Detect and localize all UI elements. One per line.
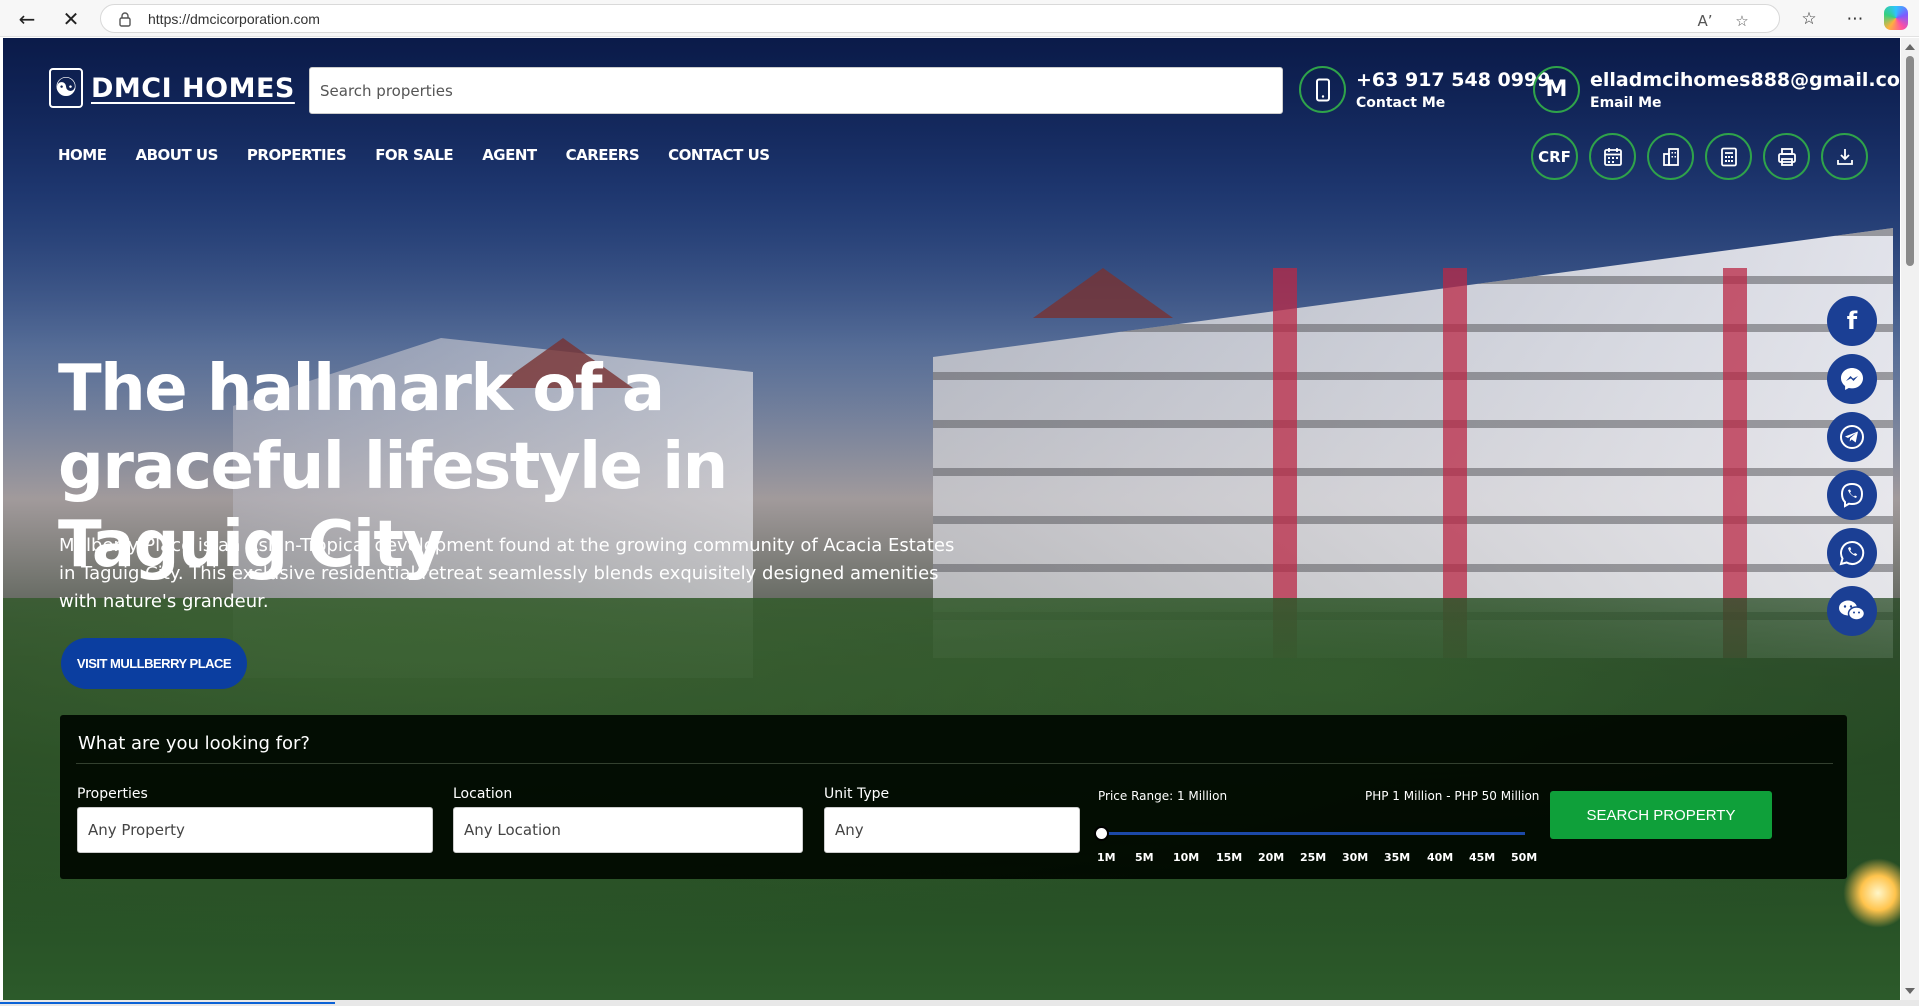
- social-links: f: [1827, 296, 1877, 644]
- download-icon[interactable]: [1821, 133, 1868, 180]
- copilot-icon[interactable]: [1884, 6, 1908, 30]
- location-label: Location: [453, 786, 513, 802]
- nav-about-us[interactable]: ABOUT US: [135, 146, 218, 164]
- price-ticks: 1M 5M 10M 15M 20M 25M 30M 35M 40M 45M 50…: [1097, 851, 1537, 867]
- lock-icon[interactable]: [117, 11, 133, 27]
- price-tick: 45M: [1469, 851, 1496, 864]
- viber-icon[interactable]: [1827, 470, 1877, 520]
- printer-icon[interactable]: [1763, 133, 1810, 180]
- loading-progress: [0, 1002, 335, 1004]
- logo-text: DMCI HOMES: [91, 72, 295, 104]
- search-property-button[interactable]: SEARCH PROPERTY: [1550, 791, 1772, 839]
- price-range-label: Price Range: 1 Million: [1098, 789, 1228, 803]
- property-search-panel: What are you looking for? Properties Any…: [60, 715, 1847, 879]
- dmci-logo-icon: ☯: [49, 68, 83, 108]
- email-contact[interactable]: M elladmcihomes888@gmail.com Email Me: [1533, 66, 1900, 113]
- building-icon[interactable]: [1647, 133, 1694, 180]
- email-caption: Email Me: [1590, 94, 1662, 111]
- address-bar[interactable]: https://dmcicorporation.com A’ ☆: [100, 4, 1780, 33]
- visit-mulberry-place-button[interactable]: VISIT MULLBERRY PLACE: [61, 638, 247, 689]
- scroll-down-arrow-icon[interactable]: [1905, 988, 1915, 994]
- main-nav: HOME ABOUT US PROPERTIES FOR SALE AGENT …: [58, 146, 799, 164]
- wechat-icon[interactable]: [1827, 586, 1877, 636]
- price-tick: 5M: [1135, 851, 1154, 864]
- price-tick: 25M: [1300, 851, 1327, 864]
- telegram-icon[interactable]: [1827, 412, 1877, 462]
- whatsapp-icon[interactable]: [1827, 528, 1877, 578]
- price-tick: 40M: [1427, 851, 1454, 864]
- mobile-phone-icon: [1299, 66, 1346, 113]
- favorite-star-icon[interactable]: ☆: [1732, 11, 1752, 31]
- unit-type-label: Unit Type: [824, 786, 890, 802]
- price-tick: 50M: [1511, 851, 1538, 864]
- url-text: https://dmcicorporation.com: [148, 11, 320, 27]
- scroll-up-arrow-icon[interactable]: [1905, 44, 1915, 50]
- crf-button[interactable]: CRF: [1531, 133, 1578, 180]
- price-tick: 1M: [1097, 851, 1116, 864]
- unit-type-select-value: Any: [835, 821, 864, 839]
- price-range-summary: PHP 1 Million - PHP 50 Million: [1365, 789, 1540, 803]
- webpage: ☯ DMCI HOMES +63 917 548 0999 Contact Me…: [3, 38, 1900, 1000]
- nav-properties[interactable]: PROPERTIES: [247, 146, 347, 164]
- price-tick: 35M: [1384, 851, 1411, 864]
- phone-contact[interactable]: +63 917 548 0999 Contact Me: [1299, 66, 1550, 113]
- email-address: elladmcihomes888@gmail.com: [1590, 68, 1900, 91]
- back-arrow-icon[interactable]: ←: [14, 6, 40, 32]
- nav-for-sale[interactable]: FOR SALE: [375, 146, 454, 164]
- browser-toolbar: ← ✕ https://dmcicorporation.com A’ ☆ ☆ ⋯: [0, 0, 1919, 37]
- scroll-thumb[interactable]: [1906, 56, 1914, 266]
- gmail-icon: M: [1533, 66, 1580, 113]
- phone-caption: Contact Me: [1356, 94, 1446, 111]
- price-tick: 20M: [1258, 851, 1285, 864]
- unit-type-select[interactable]: Any: [824, 807, 1080, 853]
- nav-agent[interactable]: AGENT: [482, 146, 537, 164]
- price-tick: 10M: [1173, 851, 1200, 864]
- panel-title: What are you looking for?: [78, 733, 310, 754]
- divider: [76, 763, 1833, 764]
- nav-home[interactable]: HOME: [58, 146, 107, 164]
- more-menu-icon[interactable]: ⋯: [1842, 6, 1868, 32]
- search-input[interactable]: [309, 67, 1283, 114]
- calendar-icon[interactable]: [1589, 133, 1636, 180]
- favorites-icon[interactable]: ☆: [1796, 6, 1822, 32]
- hero-description: Mulberry Place is an Asian-Tropical deve…: [59, 535, 955, 612]
- phone-number: +63 917 548 0999: [1356, 68, 1551, 91]
- price-tick: 15M: [1216, 851, 1243, 864]
- site-logo[interactable]: ☯ DMCI HOMES: [49, 68, 295, 108]
- read-aloud-icon[interactable]: A’: [1695, 11, 1715, 31]
- page-loading-bar: [0, 1000, 1919, 1006]
- price-tick: 30M: [1342, 851, 1369, 864]
- stop-loading-icon[interactable]: ✕: [58, 6, 84, 32]
- properties-select-value: Any Property: [88, 821, 185, 839]
- price-range-slider[interactable]: [1101, 832, 1525, 835]
- price-slider-handle[interactable]: [1094, 826, 1109, 841]
- facebook-icon[interactable]: f: [1827, 296, 1877, 346]
- properties-label: Properties: [77, 786, 148, 802]
- calculator-icon[interactable]: [1705, 133, 1752, 180]
- nav-careers[interactable]: CAREERS: [566, 146, 640, 164]
- properties-select[interactable]: Any Property: [77, 807, 433, 853]
- building-roof: [1033, 268, 1173, 318]
- tool-icons: CRF: [1531, 133, 1879, 180]
- location-select[interactable]: Any Location: [453, 807, 803, 853]
- page-scrollbar[interactable]: [1901, 38, 1919, 1000]
- location-select-value: Any Location: [464, 821, 561, 839]
- messenger-icon[interactable]: [1827, 354, 1877, 404]
- nav-contact-us[interactable]: CONTACT US: [668, 146, 770, 164]
